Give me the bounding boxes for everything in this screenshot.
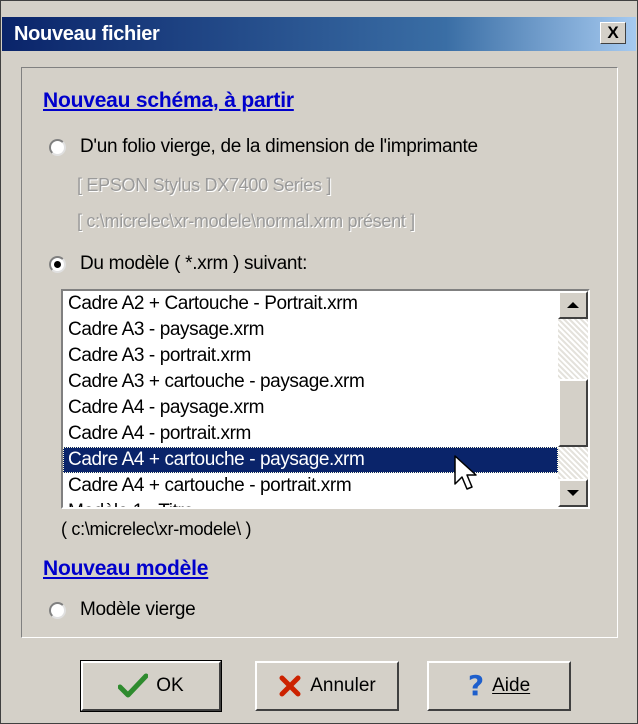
model-listbox[interactable]: Cadre A2 + Cartouche - Portrait.xrm Cadr… — [61, 289, 590, 509]
new-schema-heading: Nouveau schéma, à partir — [43, 89, 294, 112]
help-label: Aide — [492, 675, 531, 696]
model-list: Cadre A2 + Cartouche - Portrait.xrm Cadr… — [63, 291, 558, 507]
scroll-down-button[interactable] — [558, 479, 588, 507]
model-directory-path: ( c:\micrelec\xr-modele\ ) — [61, 519, 252, 539]
question-mark-icon: ? — [467, 669, 485, 702]
help-button[interactable]: ? Aide — [427, 661, 571, 711]
radio-label-model: Du modèle ( *.xrm ) suivant: — [80, 253, 308, 274]
list-item[interactable]: Modèle 1 - Titre ... ... — [63, 499, 558, 507]
scroll-down-arrow-icon — [567, 490, 579, 496]
close-icon: X — [607, 23, 619, 42]
radio-model[interactable]: Du modèle ( *.xrm ) suivant: — [49, 253, 307, 275]
list-item[interactable]: Cadre A3 - paysage.xrm — [63, 317, 558, 343]
title-bar: Nouveau fichier X — [2, 17, 636, 51]
scroll-thumb[interactable] — [558, 379, 588, 447]
new-file-dialog: Nouveau fichier X Nouveau schéma, à part… — [0, 0, 638, 724]
cancel-label: Annuler — [310, 675, 376, 696]
radio-button-model[interactable] — [49, 255, 66, 273]
ok-label: OK — [156, 675, 184, 696]
radio-button-blank-folio[interactable] — [49, 138, 66, 156]
radio-button-blank-model[interactable] — [49, 601, 66, 619]
close-button[interactable]: X — [600, 22, 626, 44]
list-item[interactable]: Cadre A4 - portrait.xrm — [63, 421, 558, 447]
cancel-button[interactable]: Annuler — [255, 661, 399, 711]
checkmark-icon — [118, 673, 149, 699]
list-item[interactable]: Cadre A4 - paysage.xrm — [63, 395, 558, 421]
printer-name: [ EPSON Stylus DX7400 Series ] — [77, 175, 332, 195]
radio-blank-model[interactable]: Modèle vierge — [49, 599, 196, 621]
list-item[interactable]: Cadre A2 + Cartouche - Portrait.xrm — [63, 291, 558, 317]
ok-button[interactable]: OK — [80, 660, 222, 712]
red-x-icon — [278, 674, 302, 698]
vertical-scrollbar[interactable] — [558, 291, 588, 507]
normal-template-path: [ c:\micrelec\xr-modele\normal.xrm prése… — [77, 211, 415, 231]
scroll-up-arrow-icon — [567, 302, 579, 308]
scroll-up-button[interactable] — [558, 291, 588, 319]
list-item[interactable]: Cadre A4 + cartouche - portrait.xrm — [63, 473, 558, 499]
list-item[interactable]: Cadre A3 - portrait.xrm — [63, 343, 558, 369]
radio-selected-dot — [54, 260, 61, 268]
new-model-heading: Nouveau modèle — [43, 557, 209, 580]
radio-label-blank-folio: D'un folio vierge, de la dimension de l'… — [80, 136, 478, 157]
radio-blank-folio[interactable]: D'un folio vierge, de la dimension de l'… — [49, 136, 478, 158]
dialog-title: Nouveau fichier — [14, 23, 160, 45]
list-item[interactable]: Cadre A3 + cartouche - paysage.xrm — [63, 369, 558, 395]
list-item-selected[interactable]: Cadre A4 + cartouche - paysage.xrm — [63, 447, 558, 473]
radio-label-blank-model: Modèle vierge — [80, 599, 196, 620]
